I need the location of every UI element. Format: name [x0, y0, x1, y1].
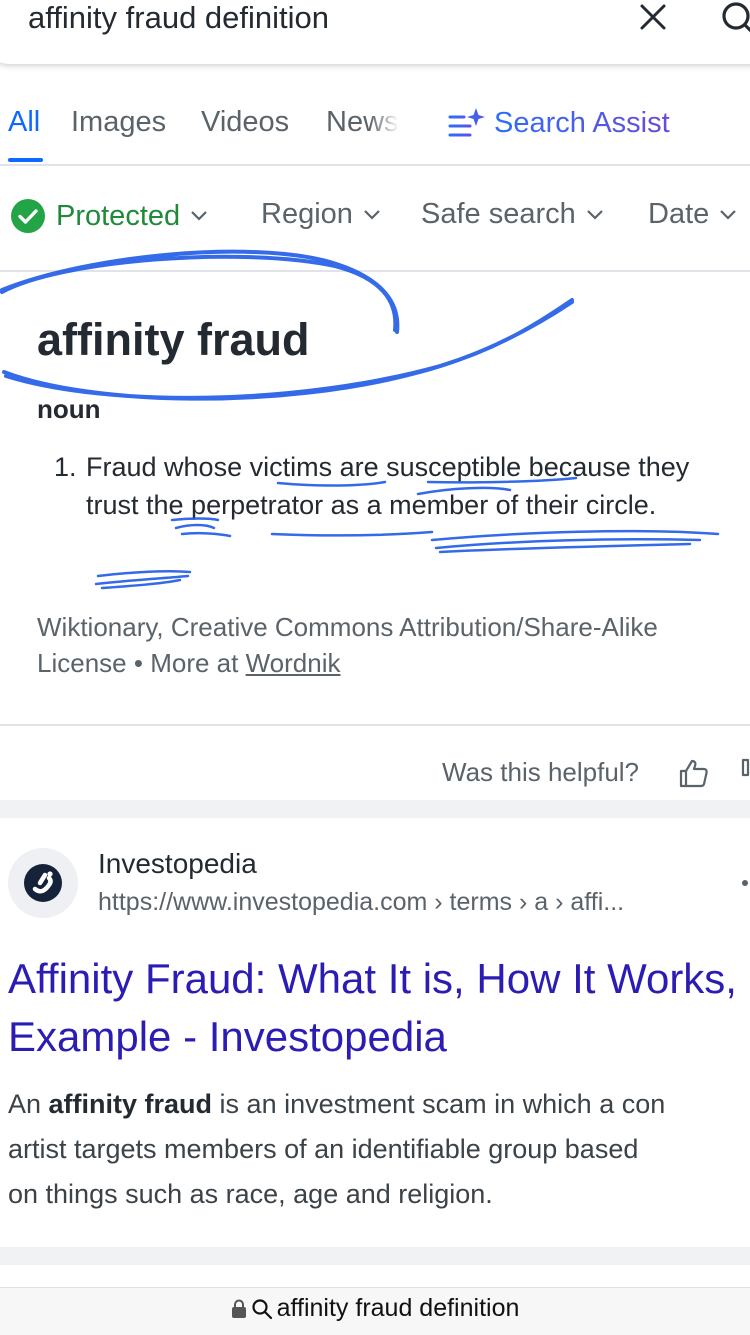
tab-all[interactable]: All — [8, 106, 40, 139]
search-icon[interactable] — [718, 0, 750, 38]
site-favicon[interactable] — [8, 848, 78, 918]
search-input[interactable]: affinity fraud definition — [28, 0, 329, 36]
lock-icon — [231, 1299, 246, 1318]
filter-protected-label: Protected — [56, 199, 181, 232]
helpful-question: Was this helpful? — [442, 757, 640, 787]
thumbs-up-icon[interactable] — [678, 757, 710, 789]
chevron-down-icon — [586, 209, 603, 220]
more-at-label: More at — [150, 648, 239, 678]
chevron-down-icon — [364, 209, 380, 220]
source-attribution: Wiktionary, Creative Commons Attribution… — [37, 612, 658, 678]
strike-member — [430, 529, 720, 554]
search-icon — [252, 1298, 272, 1319]
tabs-divider — [0, 164, 750, 166]
snippet-highlight: affinity fraud — [48, 1089, 213, 1119]
snippet-text: artist targets members of an identifiabl… — [8, 1134, 639, 1164]
filter-protected[interactable]: Protected — [10, 198, 208, 234]
filter-safe-search[interactable]: Safe search — [421, 198, 604, 231]
definition-number: 1. — [54, 452, 77, 482]
result-url[interactable]: https://www.investopedia.com › terms › a… — [98, 888, 624, 917]
wordnik-link[interactable]: Wordnik — [246, 648, 341, 678]
section-separator — [0, 800, 750, 818]
active-tab-indicator — [8, 158, 43, 162]
result-title-link[interactable]: Affinity Fraud: What It is, How It Works… — [8, 950, 743, 1066]
snippet-text: on things such as race, age and religion… — [8, 1179, 493, 1209]
tab-videos[interactable]: Videos — [201, 106, 289, 139]
snippet-text: An — [8, 1089, 49, 1119]
sparkle-list-icon — [448, 108, 485, 137]
filter-safe-search-label: Safe search — [421, 198, 576, 230]
more-options-icon[interactable] — [742, 880, 748, 886]
definition-text: Fraud whose victims are susceptible beca… — [86, 452, 690, 520]
filter-date[interactable]: Date — [648, 198, 737, 231]
separator-dot: • — [133, 648, 143, 678]
filter-region[interactable]: Region — [261, 198, 381, 231]
investopedia-logo-icon — [24, 864, 62, 902]
result-site-name[interactable]: Investopedia — [98, 848, 257, 880]
chevron-down-icon — [720, 209, 737, 220]
address-bar-content[interactable]: affinity fraud definition — [0, 1294, 750, 1323]
section-separator — [0, 1247, 750, 1265]
thumbs-down-icon[interactable] — [740, 757, 750, 789]
address-bar-text: affinity fraud definition — [276, 1294, 520, 1322]
tab-images[interactable]: Images — [71, 106, 166, 139]
result-snippet: An affinity fraud is an investment scam … — [8, 1082, 750, 1217]
card-divider — [0, 724, 750, 726]
close-icon[interactable] — [638, 2, 668, 32]
underline-perpetrator — [270, 530, 434, 537]
filter-region-label: Region — [261, 198, 353, 230]
underline-circle — [94, 569, 192, 590]
snippet-text: is an investment scam in which a con — [212, 1089, 666, 1119]
filter-date-label: Date — [648, 198, 710, 230]
filters-divider — [0, 270, 750, 272]
tab-news[interactable]: News — [326, 106, 399, 139]
search-assist-button[interactable]: Search Assist — [448, 106, 670, 140]
part-of-speech: noun — [37, 394, 101, 424]
definition-term: affinity fraud — [37, 314, 310, 365]
chevron-down-icon — [191, 211, 207, 221]
definition-source: Wiktionary, Creative Commons Attribution… — [37, 609, 742, 681]
search-assist-label: Search Assist — [494, 106, 670, 139]
check-circle-icon — [11, 199, 45, 233]
